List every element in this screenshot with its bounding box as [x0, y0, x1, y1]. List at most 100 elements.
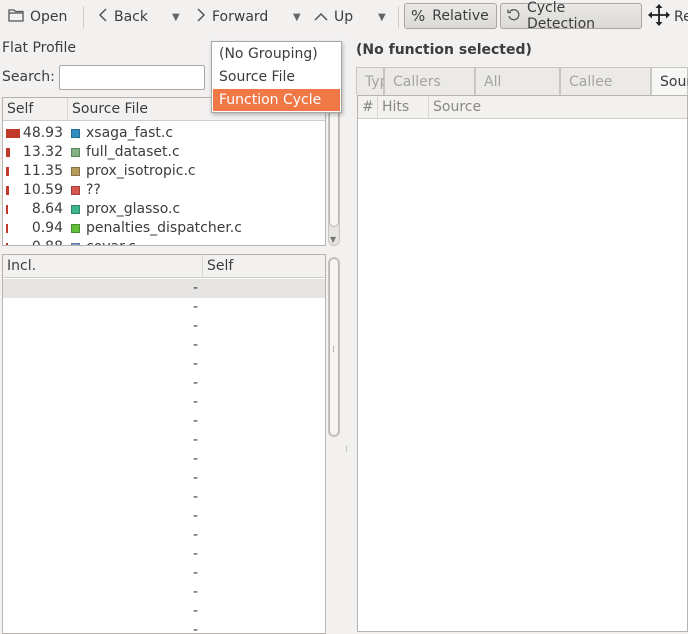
relative-label: Relative	[432, 8, 489, 24]
back-dropdown-icon[interactable]: ▼	[172, 12, 180, 23]
grouping-menu: (No Grouping) Source File Function Cycle	[211, 41, 342, 113]
cycle-icon	[507, 8, 520, 25]
list-item[interactable]: -	[3, 583, 325, 602]
file-color-icon	[71, 224, 80, 233]
toolbar: Open Back ▼ Forward ▼ Up ▼ % Relative Cy…	[0, 0, 688, 35]
self-value: 13.32	[22, 144, 63, 160]
file-color-icon	[71, 186, 80, 195]
search-label: Search:	[2, 69, 55, 85]
upper-scrollbar[interactable]	[328, 98, 340, 246]
list-item[interactable]: -	[3, 602, 325, 621]
list-item[interactable]: -	[3, 336, 325, 355]
column-self-lower[interactable]: Self	[203, 255, 325, 277]
back-label: Back	[114, 9, 148, 25]
table-row[interactable]: 8.64 prox_glasso.c	[3, 200, 325, 219]
upper-scrollbar-thumb[interactable]	[329, 109, 339, 227]
file-color-icon	[71, 205, 80, 214]
self-value: 0.94	[31, 220, 63, 236]
call-list: Incl. Self - - - - - - - - - - - - - - - - - - -	[2, 254, 326, 634]
panel-splitter[interactable]: ⁞	[344, 40, 352, 632]
selected-function-title: (No function selected)	[356, 42, 532, 58]
list-item[interactable]: -	[3, 412, 325, 431]
up-label: Up	[334, 9, 354, 25]
source-file-name: prox_glasso.c	[86, 201, 181, 217]
list-item[interactable]: -	[3, 507, 325, 526]
search-input[interactable]	[59, 65, 205, 90]
tab-source[interactable]: Sour	[651, 67, 688, 95]
list-item[interactable]: -	[3, 564, 325, 583]
incl-value: -	[193, 394, 199, 410]
list-item[interactable]: -	[3, 488, 325, 507]
open-label: Open	[30, 9, 68, 25]
list-item[interactable]: -	[3, 431, 325, 450]
chevron-up-icon	[314, 8, 328, 26]
column-self[interactable]: Self	[3, 98, 68, 120]
menu-item-function-cycle[interactable]: Function Cycle	[213, 89, 340, 111]
scroll-down-icon[interactable]: ▼	[330, 235, 336, 244]
list-item[interactable]: -	[3, 279, 325, 298]
menu-item-source-file[interactable]: Source File	[213, 66, 340, 88]
incl-value: -	[193, 356, 199, 372]
splitter-grip-icon: ⁞	[345, 445, 348, 455]
column-line-number[interactable]: #	[358, 96, 378, 118]
table-row[interactable]: 11.35 prox_isotropic.c	[3, 162, 325, 181]
list-item[interactable]: -	[3, 317, 325, 336]
tab-all-callers[interactable]: All Callers	[475, 67, 560, 118]
folder-icon	[8, 8, 24, 26]
incl-value: -	[193, 299, 199, 315]
list-item[interactable]: -	[3, 526, 325, 545]
chevron-left-icon	[98, 8, 108, 26]
tab-callers[interactable]: Callers	[384, 67, 475, 95]
source-view-header: # Hits Source	[358, 96, 687, 119]
list-item[interactable]: -	[3, 298, 325, 317]
tab-callee-map[interactable]: Callee Map	[560, 67, 651, 118]
list-item[interactable]: -	[3, 469, 325, 488]
file-color-icon	[71, 243, 80, 245]
self-value: 8.64	[31, 201, 63, 217]
open-button[interactable]: Open	[8, 0, 67, 34]
self-value: 48.93	[22, 125, 63, 141]
list-item[interactable]: -	[3, 621, 325, 633]
list-item[interactable]: -	[3, 355, 325, 374]
file-color-icon	[71, 148, 80, 157]
file-color-icon	[71, 167, 80, 176]
incl-value: -	[193, 470, 199, 486]
incl-value: -	[193, 527, 199, 543]
list-item[interactable]: -	[3, 545, 325, 564]
forward-button[interactable]: Forward	[196, 0, 268, 34]
column-hits[interactable]: Hits	[378, 96, 429, 118]
up-button[interactable]: Up	[314, 0, 353, 34]
cycle-detection-toggle[interactable]: Cycle Detection	[500, 0, 642, 32]
incl-value: -	[193, 489, 199, 505]
incl-value: -	[193, 337, 199, 353]
table-row[interactable]: 0.94 penalties_dispatcher.c	[3, 219, 325, 238]
list-item[interactable]: -	[3, 374, 325, 393]
up-dropdown-icon[interactable]: ▼	[378, 12, 386, 23]
menu-item-no-grouping[interactable]: (No Grouping)	[213, 43, 340, 65]
source-file-name: ??	[86, 182, 101, 198]
back-button[interactable]: Back	[98, 0, 148, 34]
re-label: Re	[674, 9, 688, 25]
incl-value: -	[193, 451, 199, 467]
flat-profile-title: Flat Profile	[2, 40, 76, 56]
relative-toggle[interactable]: % Relative	[404, 3, 497, 29]
source-file-name: prox_isotropic.c	[86, 163, 196, 179]
incl-value: -	[193, 546, 199, 562]
source-file-name: covar.c	[86, 238, 136, 245]
list-item[interactable]: -	[3, 450, 325, 469]
source-view: # Hits Source	[357, 95, 688, 632]
tab-types[interactable]: Types	[356, 67, 404, 95]
source-file-name: full_dataset.c	[86, 144, 180, 160]
table-row[interactable]: 0.88 covar.c	[3, 238, 325, 245]
relative-position-button[interactable]: Re	[648, 0, 688, 34]
column-incl[interactable]: Incl.	[3, 255, 203, 277]
column-source[interactable]: Source	[429, 96, 687, 118]
table-row[interactable]: 10.59??	[3, 181, 325, 200]
scrollbar-grip-icon: ⁞	[332, 345, 335, 355]
forward-label: Forward	[212, 9, 269, 25]
list-item[interactable]: -	[3, 393, 325, 412]
incl-value: -	[193, 584, 199, 600]
table-row[interactable]: 13.32 full_dataset.c	[3, 143, 325, 162]
forward-dropdown-icon[interactable]: ▼	[293, 12, 301, 23]
table-row[interactable]: 48.93 xsaga_fast.c	[3, 124, 325, 143]
